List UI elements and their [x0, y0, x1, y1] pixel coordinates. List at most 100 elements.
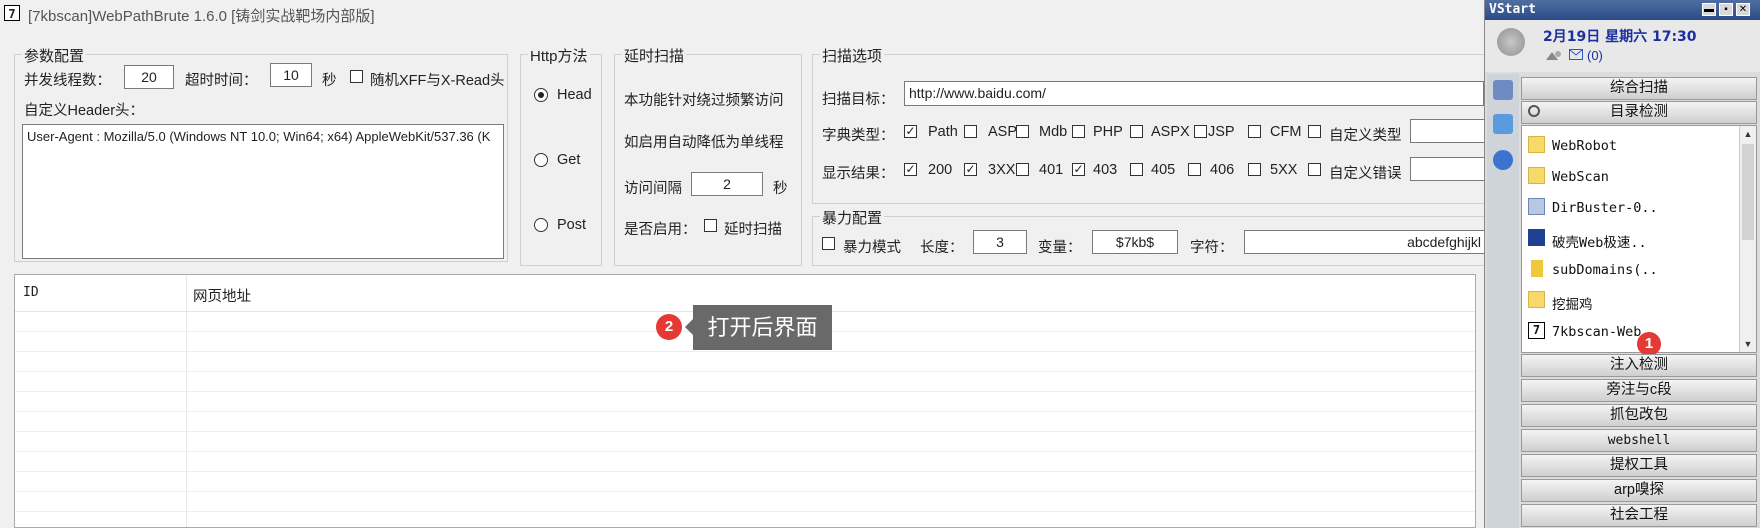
row-divider	[15, 351, 1475, 352]
dict-asp-label: ASP	[988, 124, 1018, 140]
chars-input[interactable]: abcdefghijkl	[1244, 230, 1486, 254]
row-divider	[15, 471, 1475, 472]
dict-jsp-checkbox[interactable]	[1194, 125, 1207, 138]
show-401-label: 401	[1039, 162, 1064, 178]
weather-icon[interactable]	[1543, 48, 1563, 64]
show-403-checkbox[interactable]: ✓	[1072, 163, 1085, 176]
vstart-panel: VStart ▬ ▪ ✕ 2月19日 星期六 17:30 (0) 综合扫描 目录…	[1484, 0, 1760, 528]
variable-input[interactable]: $7kb$	[1092, 230, 1178, 254]
show-406-label: 406	[1210, 162, 1235, 178]
dict-aspx-checkbox[interactable]	[1130, 125, 1143, 138]
dict-aspx-label: ASPX	[1151, 124, 1190, 140]
show-200-checkbox[interactable]: ✓	[904, 163, 917, 176]
column-url[interactable]: 网页地址	[193, 285, 251, 306]
annotation-badge-1: 1	[1637, 332, 1661, 356]
delay-desc-2: 如启用自动降低为单线程	[624, 135, 784, 151]
interval-input[interactable]: 2	[691, 172, 763, 196]
delay-group-title: 延时扫描	[622, 45, 687, 66]
radio-head-label: Head	[557, 87, 592, 103]
chars-label: 字符：	[1190, 240, 1234, 256]
show-5xx-checkbox[interactable]	[1248, 163, 1261, 176]
category-comprehensive-scan[interactable]: 综合扫描	[1521, 77, 1757, 100]
random-xff-checkbox[interactable]	[350, 70, 363, 83]
minimize-button[interactable]: ▬	[1702, 3, 1716, 16]
seven-icon: 7	[1528, 322, 1545, 339]
dict-cfm-label: CFM	[1270, 124, 1302, 140]
window-title: [7kbscan]WebPathBrute 1.6.0 [铸剑实战靶场内部版]	[28, 8, 375, 25]
column-id[interactable]: ID	[23, 285, 39, 300]
delay-enable-text: 延时扫描	[724, 222, 782, 238]
header-label: 自定义Header头：	[24, 103, 145, 119]
show-3xx-checkbox[interactable]: ✓	[964, 163, 977, 176]
custom-error-input[interactable]	[1410, 157, 1486, 181]
scroll-up-arrow[interactable]: ▲	[1740, 126, 1756, 142]
show-405-label: 405	[1151, 162, 1176, 178]
row-divider	[15, 391, 1475, 392]
category-webshell[interactable]: webshell	[1521, 429, 1757, 452]
dict-cfm-checkbox[interactable]	[1248, 125, 1261, 138]
vstart-date: 2月19日 星期六 17:30	[1543, 29, 1697, 45]
app-icon: 7	[4, 5, 20, 21]
mail-icon[interactable]	[1569, 49, 1583, 60]
show-custom-error-label: 自定义错误	[1329, 166, 1402, 182]
dict-custom-checkbox[interactable]	[1308, 125, 1321, 138]
params-group-title: 参数配置	[22, 45, 87, 66]
scan-options-title: 扫描选项	[820, 45, 885, 66]
dict-mdb-label: Mdb	[1039, 124, 1068, 140]
dict-path-checkbox[interactable]: ✓	[904, 125, 917, 138]
category-privilege[interactable]: 提权工具	[1521, 454, 1757, 477]
column-separator	[186, 275, 187, 527]
timeout-input[interactable]: 10	[270, 63, 312, 87]
ie-icon[interactable]	[1493, 150, 1513, 170]
header-textarea[interactable]: User-Agent : Mozilla/5.0 (Windows NT 10.…	[22, 124, 504, 259]
category-packet[interactable]: 抓包改包	[1521, 404, 1757, 427]
callout-arrow	[685, 319, 693, 335]
dict-type-label: 字典类型：	[822, 128, 895, 144]
folder-icon	[1528, 167, 1545, 184]
category-injection[interactable]: 注入检测	[1521, 354, 1757, 377]
show-custom-error-checkbox[interactable]	[1308, 163, 1321, 176]
radio-get-label: Get	[557, 152, 581, 168]
dict-custom-input[interactable]	[1410, 119, 1486, 143]
avatar-icon[interactable]	[1497, 28, 1525, 56]
dict-mdb-checkbox[interactable]	[1016, 125, 1029, 138]
show-3xx-label: 3XX	[988, 162, 1016, 178]
zip-icon	[1531, 260, 1543, 277]
maximize-button[interactable]: ▪	[1719, 3, 1733, 16]
folder-icon[interactable]	[1493, 114, 1513, 134]
close-button[interactable]: ✕	[1736, 3, 1750, 16]
category-directory-detection-label: 目录检测	[1610, 104, 1668, 120]
radio-get[interactable]	[534, 153, 548, 167]
http-method-title: Http方法	[528, 45, 590, 66]
show-406-checkbox[interactable]	[1188, 163, 1201, 176]
brute-mode-checkbox[interactable]	[822, 237, 835, 250]
target-label: 扫描目标：	[822, 92, 895, 108]
row-divider	[15, 451, 1475, 452]
list-scrollbar[interactable]: ▲ ▼	[1739, 126, 1756, 352]
delay-enable-checkbox[interactable]	[704, 219, 717, 232]
target-input[interactable]: http://www.baidu.com/	[904, 81, 1484, 106]
dict-custom-label: 自定义类型	[1329, 128, 1402, 144]
category-arp[interactable]: arp嗅探	[1521, 479, 1757, 502]
scroll-thumb[interactable]	[1742, 144, 1754, 240]
delay-desc-1: 本功能针对绕过频繁访问	[624, 93, 784, 109]
dict-php-checkbox[interactable]	[1072, 125, 1085, 138]
scroll-down-arrow[interactable]: ▼	[1740, 336, 1756, 352]
row-divider	[15, 411, 1475, 412]
length-input[interactable]: 3	[973, 230, 1027, 254]
threads-label: 并发线程数：	[24, 73, 111, 89]
interval-label: 访问间隔	[624, 181, 682, 197]
tool-list[interactable]: WebRobot WebScan DirBuster-0.. 破壳Web极速..…	[1521, 125, 1757, 353]
show-401-checkbox[interactable]	[1016, 163, 1029, 176]
dict-asp-checkbox[interactable]	[964, 125, 977, 138]
app-icon	[1528, 229, 1545, 246]
category-directory-detection[interactable]: 目录检测	[1521, 101, 1757, 124]
vstart-header: 2月19日 星期六 17:30 (0)	[1485, 20, 1760, 72]
pen-icon[interactable]	[1493, 80, 1513, 100]
radio-post[interactable]	[534, 218, 548, 232]
category-social[interactable]: 社会工程	[1521, 504, 1757, 527]
threads-input[interactable]: 20	[124, 65, 174, 89]
radio-head[interactable]	[534, 88, 548, 102]
category-side-note[interactable]: 旁注与c段	[1521, 379, 1757, 402]
show-405-checkbox[interactable]	[1130, 163, 1143, 176]
